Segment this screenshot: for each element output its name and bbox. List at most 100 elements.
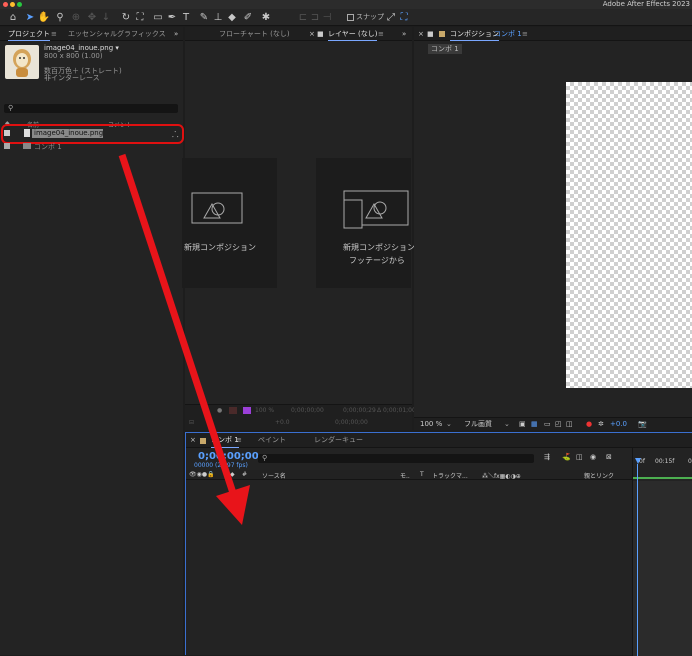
- view-options-icon[interactable]: ◫: [566, 418, 573, 430]
- new-comp-from-footage-tile[interactable]: 新規コンポジション フッテージから: [316, 158, 415, 288]
- tab-composition[interactable]: コンポジション: [450, 27, 499, 41]
- playhead-line: [637, 464, 638, 656]
- layer-zoom-2[interactable]: ⊟: [189, 419, 194, 426]
- orbit-tool-icon[interactable]: ⊕: [70, 11, 82, 24]
- clone-stamp-tool-icon[interactable]: ⊥: [212, 11, 224, 24]
- footage-name[interactable]: image04_inoue.png ▾: [44, 44, 119, 52]
- comp-viewer-canvas[interactable]: [566, 82, 692, 388]
- layer-panel-overflow-icon[interactable]: »: [402, 27, 406, 41]
- comp-tab-menu-icon[interactable]: ≡: [522, 27, 528, 41]
- tab-essential-graphics[interactable]: エッセンシャルグラフィックス: [68, 27, 166, 41]
- comp-zoom-select[interactable]: 100 %: [420, 418, 442, 430]
- eraser-tool-icon[interactable]: ◆: [226, 11, 238, 24]
- align-center-icon[interactable]: ⊐: [310, 11, 320, 24]
- pen-tool-icon[interactable]: ✒: [166, 11, 178, 24]
- zoom-tool-icon[interactable]: ⚲: [54, 11, 66, 24]
- layer-purple-swatch[interactable]: [243, 407, 251, 414]
- switches-icons[interactable]: ⁂＼fx▦◐◑⊕: [482, 471, 521, 480]
- pan-tool-icon[interactable]: ✥: [86, 11, 98, 24]
- footage-thumbnail: [5, 45, 39, 79]
- timeline-tab-menu-icon[interactable]: ≡: [236, 433, 242, 448]
- comp-subtab[interactable]: コンポ 1: [428, 44, 462, 54]
- roto-brush-tool-icon[interactable]: ✐: [242, 11, 254, 24]
- mask-visibility-icon[interactable]: ▭: [544, 418, 551, 430]
- home-icon[interactable]: ⌂: [6, 11, 20, 24]
- frame-blending-icon[interactable]: ◫: [576, 453, 583, 461]
- tab-render-queue[interactable]: レンダーキュー: [314, 433, 363, 448]
- column-track-matte[interactable]: トラックマ...: [432, 471, 468, 480]
- dolly-tool-icon[interactable]: ↓: [100, 11, 112, 24]
- timeline-column-header: 👁◉●🔒 ◆ # ソース名 モ.. T トラックマ... ⁂＼fx▦◐◑⊕ 親と…: [186, 470, 632, 480]
- graph-editor-icon[interactable]: ⊠: [606, 453, 612, 461]
- motion-blur-icon[interactable]: ◉: [590, 453, 596, 461]
- comp-offset[interactable]: +0.0: [610, 418, 627, 430]
- snapshot-icon[interactable]: 📷: [638, 418, 647, 430]
- pan-behind-tool-icon[interactable]: ⛶: [134, 11, 146, 24]
- column-mode[interactable]: モ..: [400, 471, 410, 480]
- item2-label-swatch[interactable]: [4, 143, 10, 149]
- rotate-tool-icon[interactable]: ↻: [120, 11, 132, 24]
- comp-quality-chevron-icon[interactable]: ⌄: [504, 418, 510, 430]
- panel-overflow-icon[interactable]: »: [174, 27, 178, 41]
- ruler-next: 01: [688, 458, 692, 465]
- comp-lock-icon[interactable]: ■: [427, 27, 434, 41]
- new-composition-tile[interactable]: 新規コンポジション: [182, 158, 277, 288]
- tab-layer[interactable]: レイヤー (なし): [328, 27, 378, 41]
- snap-toggle[interactable]: スナップ: [347, 12, 384, 22]
- tab-flowchart[interactable]: フローチャート (なし): [219, 27, 290, 41]
- guides-icon[interactable]: ◰: [555, 418, 562, 430]
- close-tab-icon[interactable]: ×: [309, 27, 315, 41]
- tab-comp[interactable]: コンポ 1: [211, 433, 239, 448]
- selection-tool-icon[interactable]: ➤: [24, 11, 36, 24]
- comp-label-swatch: [439, 31, 445, 37]
- puppet-tool-icon[interactable]: ✱: [260, 11, 272, 24]
- project-search-input[interactable]: ⚲: [4, 104, 178, 113]
- timeline-tracks-area[interactable]: 0f 00:15f 01: [632, 448, 692, 656]
- minimize-window-button[interactable]: [10, 2, 15, 7]
- comp-tabbar: × ■ コンポジション コンポ 1 ≡: [414, 27, 692, 41]
- column-parent[interactable]: 親とリンク: [584, 471, 614, 480]
- list-item-comp[interactable]: コンポ 1: [34, 142, 62, 152]
- comp-close-tab-icon[interactable]: ×: [418, 27, 424, 41]
- project-panel: プロジェクト ≡ エッセンシャルグラフィックス » image04_inoue.…: [0, 27, 184, 655]
- workspace-icon[interactable]: ⛶: [398, 11, 410, 24]
- snap-options-icon[interactable]: ⤢: [386, 11, 396, 24]
- comp-quality-select[interactable]: フル画質: [464, 418, 492, 430]
- transparency-grid-icon[interactable]: ▦: [531, 418, 538, 430]
- region-of-interest-icon[interactable]: ▣: [519, 418, 526, 430]
- rectangle-tool-icon[interactable]: ▭: [152, 11, 164, 24]
- layer-color-swatch[interactable]: [229, 407, 237, 414]
- column-source-name[interactable]: ソース名: [262, 471, 286, 480]
- type-tool-icon[interactable]: T: [180, 11, 192, 24]
- brush-tool-icon[interactable]: ✎: [198, 11, 210, 24]
- draft-3d-icon[interactable]: ⛳: [562, 453, 571, 461]
- column-t[interactable]: T: [420, 471, 424, 478]
- timeline-close-icon[interactable]: ×: [190, 433, 196, 448]
- timecode-display[interactable]: 0;00;00;00: [198, 451, 259, 462]
- comp-zoom-chevron-icon[interactable]: ⌄: [446, 418, 452, 430]
- comp-subtabbar: コンポ 1: [414, 41, 692, 54]
- tab-paint[interactable]: ペイント: [258, 433, 286, 448]
- snap-checkbox[interactable]: [347, 13, 354, 21]
- work-area-bar[interactable]: [633, 477, 692, 479]
- align-right-icon[interactable]: ⊣: [322, 11, 332, 24]
- align-icon[interactable]: ⊏: [298, 11, 308, 24]
- color-channels-icon[interactable]: ●: [586, 418, 592, 430]
- exposure-icon[interactable]: ✲: [598, 418, 604, 430]
- zoom-window-button[interactable]: [17, 2, 22, 7]
- close-window-button[interactable]: [3, 2, 8, 7]
- time-ruler[interactable]: 0f 00:15f 01: [633, 448, 692, 481]
- tab-menu-icon[interactable]: ≡: [51, 27, 57, 41]
- av-features-icons[interactable]: 👁◉●🔒: [189, 471, 215, 478]
- layer-solo-icon[interactable]: ●: [217, 407, 222, 414]
- tab-project[interactable]: プロジェクト: [8, 27, 50, 41]
- tab-comp-name[interactable]: コンポ 1: [494, 27, 522, 41]
- label-column-icon-tl[interactable]: ◆: [230, 471, 235, 478]
- layer-zoom[interactable]: 100 %: [255, 407, 274, 414]
- footage-field: 非インターレース: [44, 74, 100, 82]
- comp-mini-flowchart-icon[interactable]: ⇶: [544, 453, 550, 461]
- timeline-search-input[interactable]: ⚲: [258, 454, 534, 463]
- hand-tool-icon[interactable]: ✋: [38, 11, 50, 24]
- comp-from-footage-icon: [343, 190, 409, 229]
- layer-tab-menu-icon[interactable]: ≡: [378, 27, 384, 41]
